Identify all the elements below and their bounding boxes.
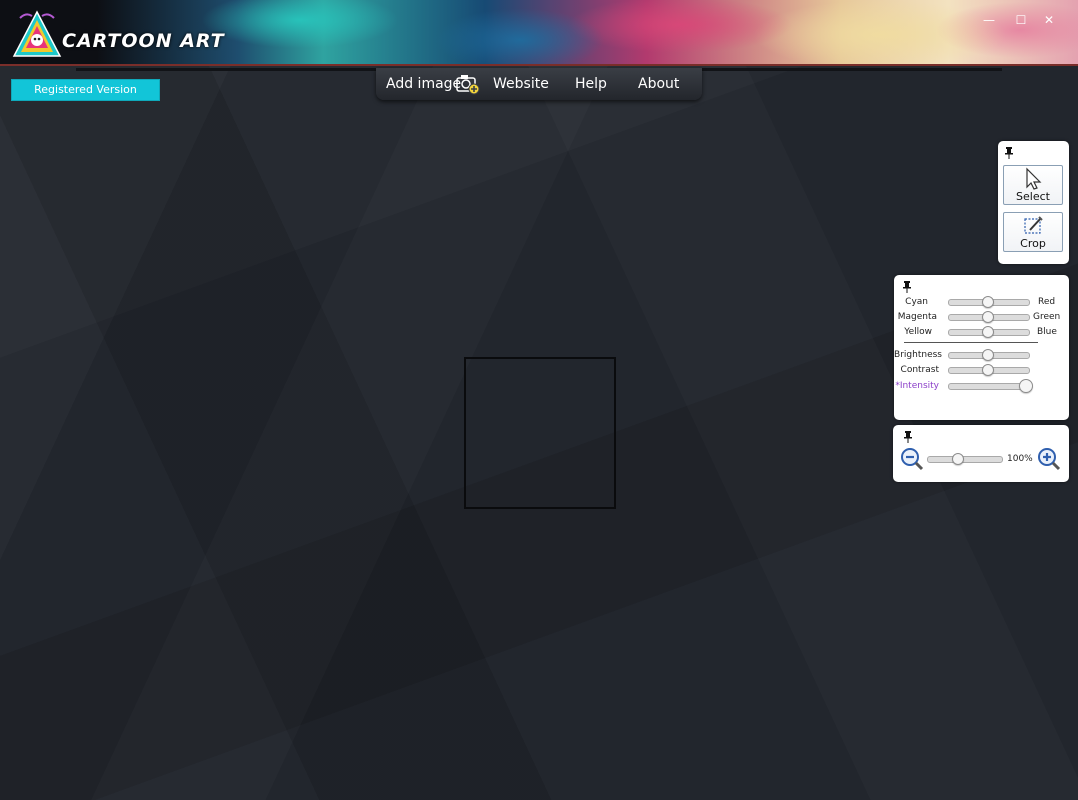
help-link[interactable]: Help — [575, 76, 607, 92]
magenta-label: Magenta — [897, 312, 937, 322]
zoom-slider[interactable] — [927, 456, 1003, 463]
add-image-button[interactable]: Add image — [386, 76, 461, 92]
pin-icon[interactable] — [903, 431, 913, 443]
intensity-slider[interactable] — [948, 383, 1030, 390]
zoom-panel: 100% — [893, 425, 1069, 482]
intensity-slider-thumb[interactable] — [1018, 379, 1033, 393]
app-window: CARTOON ART — ☐ ✕ Add image Website Help… — [0, 0, 1078, 800]
cyan-label: Cyan — [905, 297, 928, 307]
red-label: Red — [1038, 297, 1056, 307]
title-banner: CARTOON ART — ☐ ✕ — [0, 0, 1078, 66]
zoom-level: 100% — [1007, 454, 1033, 464]
contrast-slider-thumb[interactable] — [982, 364, 994, 376]
intensity-label: *Intensity — [895, 381, 939, 391]
main-nav: Add image Website Help About — [376, 68, 702, 100]
zoom-in-icon[interactable] — [1037, 447, 1061, 471]
brightness-label: Brightness — [894, 350, 942, 360]
minimize-button[interactable]: — — [976, 10, 1002, 30]
zoom-out-icon[interactable] — [900, 447, 924, 471]
zoom-slider-thumb[interactable] — [952, 453, 965, 465]
image-canvas-frame[interactable] — [464, 357, 616, 509]
yellow-label: Yellow — [904, 327, 932, 337]
cursor-icon — [1026, 167, 1042, 190]
pin-icon[interactable] — [1004, 147, 1014, 159]
select-tool-button[interactable]: Select — [1003, 165, 1063, 205]
banner-divider — [0, 64, 1078, 66]
registered-version-button[interactable]: Registered Version — [11, 79, 160, 101]
add-camera-icon[interactable] — [456, 73, 480, 95]
panel-divider — [904, 342, 1038, 343]
green-label: Green — [1033, 312, 1061, 322]
tools-panel: Select Crop — [998, 141, 1069, 264]
select-tool-label: Select — [1016, 190, 1050, 203]
pin-icon[interactable] — [902, 281, 912, 293]
yellow-blue-slider-thumb[interactable] — [982, 326, 994, 338]
logo-text: CARTOON ART — [62, 30, 225, 52]
maximize-button[interactable]: ☐ — [1008, 10, 1034, 30]
website-link[interactable]: Website — [493, 76, 549, 92]
crop-icon — [1024, 216, 1043, 234]
contrast-label: Contrast — [900, 365, 939, 375]
adjustments-panel: Cyan Red Magenta Green Yellow Blue Brigh… — [894, 275, 1069, 420]
cyan-red-slider-thumb[interactable] — [982, 296, 994, 308]
crop-tool-button[interactable]: Crop — [1003, 212, 1063, 252]
crop-tool-label: Crop — [1020, 237, 1046, 250]
about-link[interactable]: About — [638, 76, 679, 92]
brightness-slider-thumb[interactable] — [982, 349, 994, 361]
magenta-green-slider-thumb[interactable] — [982, 311, 994, 323]
close-button[interactable]: ✕ — [1036, 10, 1062, 30]
blue-label: Blue — [1037, 327, 1057, 337]
